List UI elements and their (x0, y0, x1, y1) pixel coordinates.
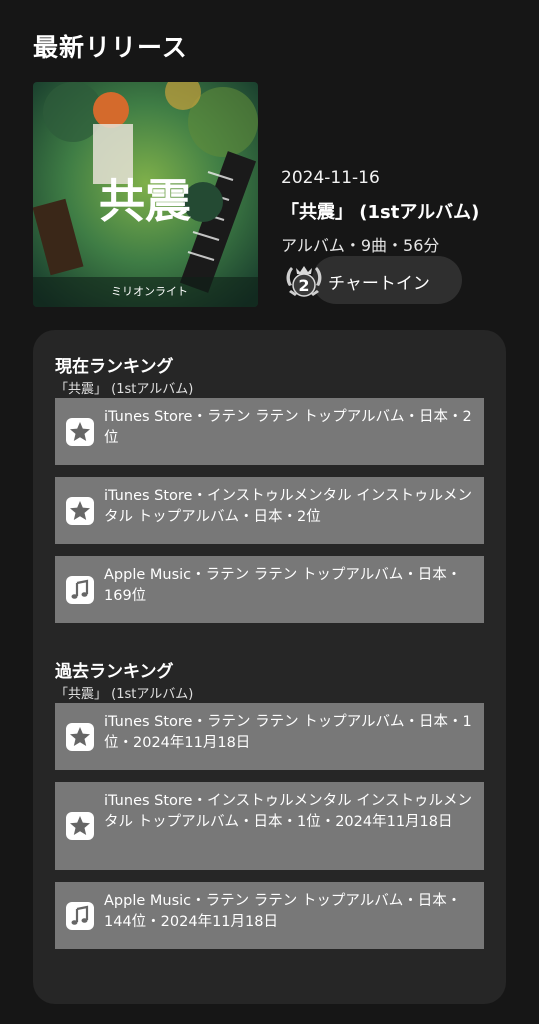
ranking-item[interactable]: iTunes Store・インストゥルメンタル インストゥルメンタル トップアル… (55, 782, 484, 870)
music-note-icon (66, 575, 94, 604)
ranking-item-text: iTunes Store・ラテン ラテン トップアルバム・日本・1位・2024年… (104, 714, 472, 751)
ranking-item-text: Apple Music・ラテン ラテン トップアルバム・日本・144位・2024… (104, 893, 462, 930)
release-meta: アルバム・9曲・56分 (281, 236, 440, 255)
album-cover-image[interactable]: 共震 ミリオンライト (33, 82, 258, 307)
ranking-item[interactable]: iTunes Store・ラテン ラテン トップアルバム・日本・2位 (55, 398, 484, 465)
ranking-item-text: Apple Music・ラテン ラテン トップアルバム・日本・169位 (104, 567, 462, 604)
chart-in-button[interactable]: チャートイン (312, 256, 462, 304)
ranking-item[interactable]: iTunes Store・ラテン ラテン トップアルバム・日本・1位・2024年… (55, 703, 484, 770)
star-icon (66, 417, 94, 446)
star-icon (66, 722, 94, 751)
release-title[interactable]: 「共震」 (1stアルバム) (281, 198, 531, 224)
chart-rank-number: 2 (298, 276, 309, 295)
section-title: 最新リリース (33, 33, 188, 62)
current-ranking-heading: 現在ランキング (55, 357, 174, 377)
star-icon (66, 812, 94, 840)
cover-artist-text: ミリオンライト (111, 285, 188, 298)
ranking-item[interactable]: Apple Music・ラテン ラテン トップアルバム・日本・169位 (55, 556, 484, 623)
rank-medal-icon: 2 (281, 258, 327, 304)
star-icon (66, 496, 94, 525)
ranking-item[interactable]: Apple Music・ラテン ラテン トップアルバム・日本・144位・2024… (55, 882, 484, 949)
current-ranking-subtitle: 「共震」 (1stアルバム) (55, 382, 194, 397)
ranking-item-text: iTunes Store・インストゥルメンタル インストゥルメンタル トップアル… (104, 793, 473, 830)
ranking-item-text: iTunes Store・ラテン ラテン トップアルバム・日本・2位 (104, 409, 472, 446)
release-info: 2024-11-16 「共震」 (1stアルバム) アルバム・9曲・56分 (281, 168, 531, 256)
ranking-card: 現在ランキング 「共震」 (1stアルバム) iTunes Store・ラテン … (33, 330, 506, 1004)
past-ranking-heading: 過去ランキング (55, 662, 174, 682)
ranking-item-text: iTunes Store・インストゥルメンタル インストゥルメンタル トップアル… (104, 488, 473, 525)
music-note-icon (66, 901, 94, 930)
cover-title-text: 共震 (99, 174, 191, 228)
ranking-item[interactable]: iTunes Store・インストゥルメンタル インストゥルメンタル トップアル… (55, 477, 484, 544)
past-ranking-subtitle: 「共震」 (1stアルバム) (55, 687, 194, 702)
chart-in-label: チャートイン (328, 274, 430, 294)
release-date: 2024-11-16 (281, 168, 380, 188)
